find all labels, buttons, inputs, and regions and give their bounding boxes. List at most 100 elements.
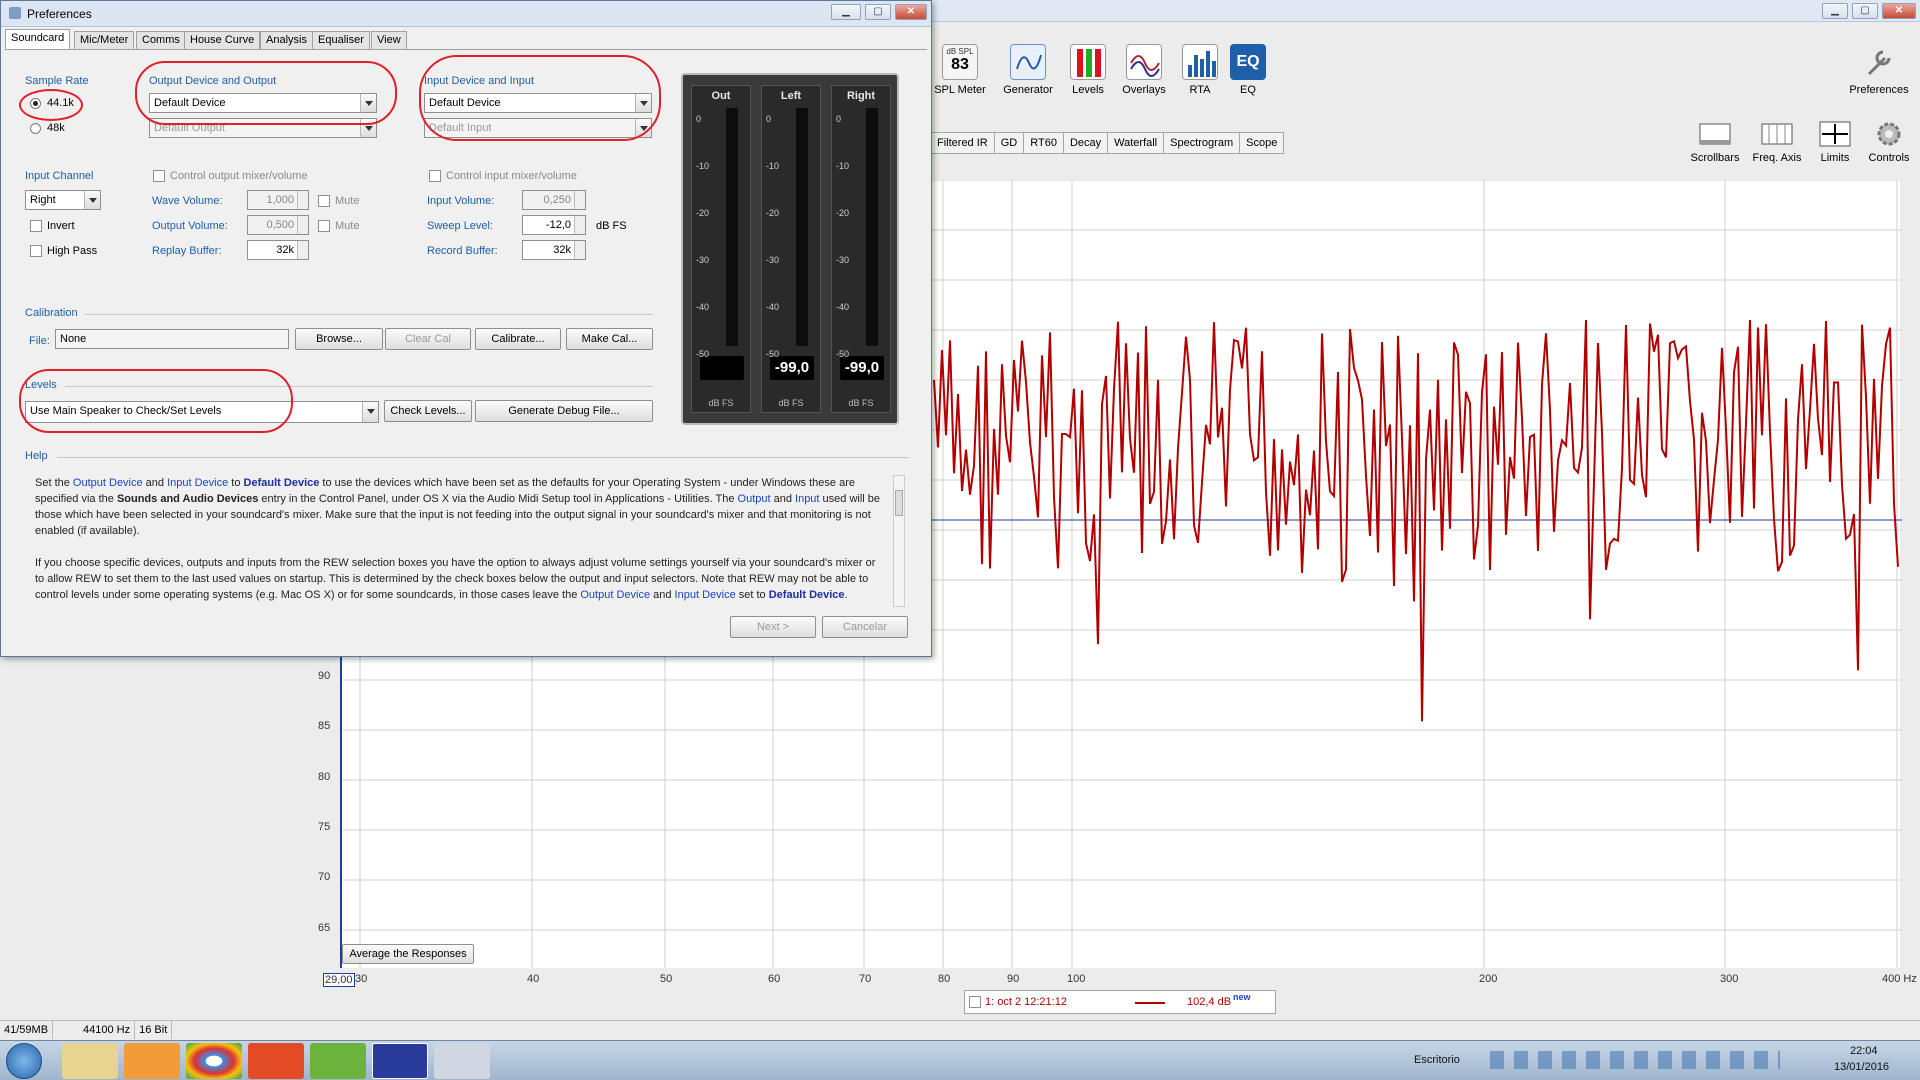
sweep-level-spinner[interactable]: -12,0 [522,215,586,235]
input-channel-current: Right [30,194,56,206]
meter-tick: -10 [836,161,850,171]
meter-left: Left -99,0 dB FS 0 -10 -20 -30 -40 -50 [761,85,821,413]
toolbar-label: SPL Meter [934,84,986,96]
tab-analysis[interactable]: Analysis [260,31,313,49]
y-tick: 80 [318,771,331,783]
invert-checkbox[interactable] [30,220,42,232]
average-responses-button[interactable]: Average the Responses [342,944,474,964]
scrollbar-thumb[interactable] [895,490,903,516]
tool-label: Freq. Axis [1752,152,1802,164]
radio-48k[interactable] [30,123,41,134]
status-bar: 41/59MB 44100 Hz 16 Bit [0,1020,1920,1040]
tab-equaliser[interactable]: Equaliser [312,31,370,49]
cancel-button[interactable]: Cancelar [822,616,908,638]
close-button[interactable]: ✕ [1882,3,1916,19]
meter-out: Out dB FS 0 -10 -20 -30 -40 -50 [691,85,751,413]
tool-label: Scrollbars [1690,152,1740,164]
calibration-divider [85,314,653,315]
wave-volume-spinner[interactable]: 1,000 [247,190,309,210]
input-channel-label: Input Channel [25,170,94,182]
replay-buffer-spinner[interactable]: 32k [247,240,309,260]
check-levels-button[interactable]: Check Levels... [384,400,472,422]
control-input-label: Control input mixer/volume [446,170,577,182]
gear-icon [1871,120,1907,148]
input-channel-combo[interactable]: Right [25,190,101,210]
legend-checkbox[interactable] [969,996,981,1008]
input-volume-spinner[interactable]: 0,250 [522,190,586,210]
toolbar-generator[interactable]: Generator [998,44,1058,96]
level-meters: Out dB FS 0 -10 -20 -30 -40 -50 Left -99… [681,73,899,425]
levels-icon [1070,44,1106,80]
taskbar-paint-icon[interactable] [434,1043,490,1079]
system-tray-icons[interactable] [1490,1051,1780,1069]
graph-tab[interactable]: Spectrogram [1164,133,1241,153]
legend-tag: new [1233,992,1251,1002]
toolbar-overlays[interactable]: Overlays [1114,44,1174,96]
x-tick: 100 [1067,973,1086,985]
taskbar-apps-icon[interactable] [248,1043,304,1079]
x-start-field[interactable]: 29,00 [323,973,355,987]
x-tick: 80 [938,973,951,985]
control-input-checkbox[interactable] [429,170,441,182]
tool-limits[interactable]: Limits [1806,120,1864,164]
x-tick: 50 [660,973,673,985]
taskbar-media-icon[interactable] [124,1043,180,1079]
toolbar-preferences[interactable]: Preferences [1846,44,1912,96]
dialog-minimize-button[interactable]: ▁ [831,4,861,20]
start-button[interactable] [6,1043,42,1079]
calibrate-button[interactable]: Calibrate... [475,328,561,350]
control-output-checkbox[interactable] [153,170,165,182]
taskbar-time[interactable]: 22:04 [1850,1045,1878,1057]
taskbar-desktop-label[interactable]: Escritorio [1414,1054,1460,1066]
make-cal-button[interactable]: Make Cal... [566,328,653,350]
scrollbars-icon [1697,120,1733,148]
taskbar-utorrent-icon[interactable] [310,1043,366,1079]
maximize-button[interactable]: ▢ [1852,3,1878,19]
help-scrollbar[interactable] [893,475,905,607]
spl-meter-icon: dB SPL 83 [942,44,978,80]
dialog-close-button[interactable]: ✕ [895,4,927,20]
graph-tab[interactable]: Scope [1240,133,1283,153]
tool-freq-axis[interactable]: Freq. Axis [1748,120,1806,164]
freq-axis-icon [1759,120,1795,148]
high-pass-checkbox[interactable] [30,245,42,257]
generator-icon [1010,44,1046,80]
output-mute-checkbox[interactable] [318,220,330,232]
taskbar-explorer-icon[interactable] [62,1043,118,1079]
taskbar-chrome-icon[interactable] [186,1043,242,1079]
graph-tab[interactable]: Filtered IR [931,133,995,153]
taskbar-date[interactable]: 13/01/2016 [1834,1061,1889,1073]
generate-debug-button[interactable]: Generate Debug File... [475,400,653,422]
toolbar-label: RTA [1189,84,1211,96]
graph-tab[interactable]: GD [995,133,1025,153]
taskbar-rew-icon[interactable] [372,1043,428,1079]
toolbar-eq[interactable]: EQ EQ [1218,44,1278,96]
minimize-button[interactable]: ▁ [1822,3,1848,19]
graph-tab[interactable]: Waterfall [1108,133,1165,153]
tab-view[interactable]: View [371,31,407,49]
tab-soundcard[interactable]: Soundcard [5,29,71,50]
dialog-title: Preferences [27,7,92,21]
graph-tab[interactable]: Decay [1064,133,1109,153]
tool-label: Controls [1868,152,1910,164]
output-volume-spinner[interactable]: 0,500 [247,215,309,235]
record-buffer-spinner[interactable]: 32k [522,240,586,260]
dialog-maximize-button[interactable]: ▢ [865,4,891,20]
help-text: Set the Output Device and Input Device t… [35,477,881,601]
browse-button[interactable]: Browse... [295,328,383,350]
meter-tick: -40 [836,302,850,312]
graph-tab[interactable]: RT60 [1024,133,1064,153]
wave-mute-checkbox[interactable] [318,195,330,207]
toolbar-levels[interactable]: Levels [1058,44,1118,96]
meter-unit: dB FS [848,398,874,408]
tool-scrollbars[interactable]: Scrollbars [1686,120,1744,164]
meter-tick: -50 [696,349,710,359]
tab-comms[interactable]: Comms [136,31,186,49]
tab-house-curve[interactable]: House Curve [184,31,261,49]
input-volume-value: 0,250 [543,194,571,206]
meter-tick: -30 [836,255,850,265]
tab-mic-meter[interactable]: Mic/Meter [74,31,135,49]
tool-controls[interactable]: Controls [1860,120,1918,164]
toolbar-spl-meter[interactable]: dB SPL 83 SPL Meter [930,44,990,96]
annotation-circle [19,369,293,433]
